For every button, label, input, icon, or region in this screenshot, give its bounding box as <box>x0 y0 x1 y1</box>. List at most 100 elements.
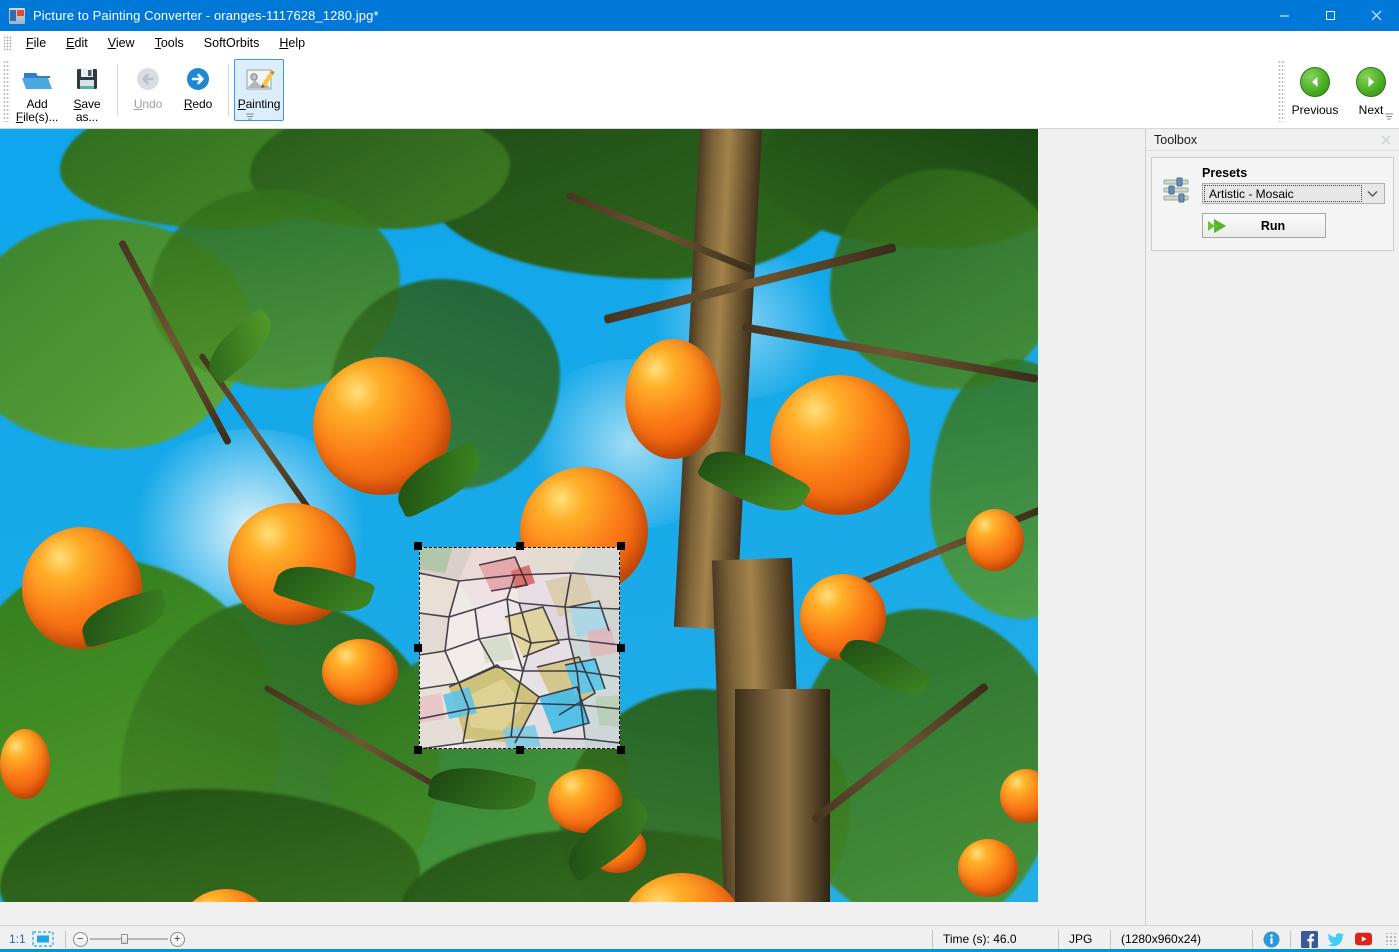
menu-grip-icon <box>4 35 12 51</box>
add-files-label-line1: Add <box>26 97 48 111</box>
facebook-icon[interactable] <box>1301 930 1318 948</box>
redo-button[interactable]: Redo <box>173 59 223 121</box>
status-bar: 1:1 − + Time (s): 46.0 JPG (1280x960x24) <box>0 925 1399 952</box>
menu-item-view[interactable]: View <box>98 32 145 54</box>
canvas-area[interactable] <box>0 129 1145 925</box>
save-as-button[interactable]: Save as... <box>62 59 112 125</box>
toolbar: Add File(s)... Save as... Undo Redo Pain… <box>0 56 1399 129</box>
presets-selected-value: Artistic - Mosaic <box>1204 185 1362 202</box>
selection-handle-e[interactable] <box>617 644 625 652</box>
toolbar-grip-icon <box>3 60 10 122</box>
presets-dropdown[interactable]: Artistic - Mosaic <box>1202 183 1385 204</box>
toolbox-header: Toolbox <box>1146 129 1399 151</box>
previous-button[interactable]: Previous <box>1287 59 1343 121</box>
add-files-button[interactable]: Add File(s)... <box>12 59 62 125</box>
presets-label: Presets <box>1202 166 1248 180</box>
add-files-label-line2: File(s)... <box>15 110 59 124</box>
info-icon[interactable] <box>1263 931 1280 948</box>
orange-fruit <box>322 639 398 705</box>
menu-item-softorbits-label: SoftOrbits <box>203 36 260 50</box>
selection-handle-w[interactable] <box>414 644 422 652</box>
orange-fruit <box>966 509 1024 571</box>
selection-handle-sw[interactable] <box>414 746 422 754</box>
workspace: Toolbox Presets Artistic - Mosaic Run <box>0 129 1399 925</box>
orange-fruit <box>958 839 1018 897</box>
toolbar-separator-1 <box>117 64 118 116</box>
previous-label: Previous <box>1291 103 1339 117</box>
toolbar-separator-2 <box>228 64 229 116</box>
run-button-label: Run <box>1260 218 1286 233</box>
selection-handle-s[interactable] <box>515 746 524 754</box>
title-bar: Picture to Painting Converter - oranges-… <box>0 0 1399 31</box>
resize-grip-icon[interactable] <box>1384 933 1396 945</box>
zoom-slider-thumb[interactable] <box>120 934 128 944</box>
menu-item-help[interactable]: Help <box>269 32 315 54</box>
minimize-button[interactable] <box>1261 0 1307 31</box>
toolbar-nav-grip-icon <box>1278 60 1285 122</box>
toolbox-title: Toolbox <box>1154 132 1198 147</box>
undo-arrow-icon <box>131 65 165 95</box>
format-status: JPG <box>1058 929 1110 949</box>
presets-group: Presets Artistic - Mosaic Run <box>1151 157 1394 251</box>
sliders-icon <box>1160 166 1194 238</box>
image-canvas[interactable] <box>0 129 1038 902</box>
time-status: Time (s): 46.0 <box>932 929 1058 949</box>
status-icons <box>1252 929 1399 949</box>
tree-trunk-lower <box>735 689 830 902</box>
next-arrow-icon <box>1356 67 1386 97</box>
green-arrow-icon <box>1203 217 1235 235</box>
close-button[interactable] <box>1353 0 1399 31</box>
zoom-slider[interactable]: − + <box>72 931 185 947</box>
app-icon <box>9 7 25 24</box>
status-separator <box>64 930 66 948</box>
zoom-slider-track[interactable] <box>89 934 168 944</box>
menu-item-help-label: elp <box>288 36 306 50</box>
window-controls <box>1261 0 1399 31</box>
menu-item-view-label: iew <box>115 36 135 50</box>
dimensions-status: (1280x960x24) <box>1110 929 1252 949</box>
menu-item-file-label: ile <box>33 36 47 50</box>
menu-item-edit[interactable]: Edit <box>56 32 98 54</box>
save-as-label-line2: as... <box>75 110 99 124</box>
mosaic-preview <box>419 547 620 749</box>
undo-button[interactable]: Undo <box>123 59 173 121</box>
previous-arrow-icon <box>1300 67 1330 97</box>
chevron-down-icon <box>1363 190 1382 198</box>
twitter-icon[interactable] <box>1328 931 1345 948</box>
menu-bar: File Edit View Tools SoftOrbits Help <box>0 31 1399 56</box>
menu-item-file[interactable]: File <box>16 32 56 54</box>
fit-to-window-icon[interactable] <box>32 931 54 947</box>
panel-close-icon[interactable] <box>1379 133 1393 147</box>
floppy-disk-icon <box>70 65 104 95</box>
toolbar-nav-overflow-button[interactable] <box>1382 108 1396 124</box>
next-label: Next <box>1358 103 1384 117</box>
youtube-icon[interactable] <box>1355 931 1372 948</box>
zoom-in-button[interactable]: + <box>169 931 185 947</box>
menu-item-softorbits[interactable]: SoftOrbits <box>194 32 270 54</box>
selection-handle-ne[interactable] <box>617 542 625 550</box>
menu-item-tools[interactable]: Tools <box>145 32 194 54</box>
menu-item-tools-label: ools <box>160 36 184 50</box>
undo-label: Undo <box>133 97 163 111</box>
painting-icon <box>242 65 276 95</box>
toolbar-overflow-button[interactable] <box>243 108 257 124</box>
zoom-out-button[interactable]: − <box>72 931 88 947</box>
selection-handle-nw[interactable] <box>414 542 422 550</box>
orange-fruit <box>625 339 721 459</box>
open-folder-icon <box>20 65 54 95</box>
status-icon-separator <box>1290 930 1291 948</box>
redo-arrow-icon <box>181 65 215 95</box>
window-title: Picture to Painting Converter - oranges-… <box>33 8 379 23</box>
toolbar-navigation-group: Previous Next <box>1275 56 1399 129</box>
selection-rectangle[interactable] <box>414 542 625 754</box>
painting-button[interactable]: Painting <box>234 59 284 121</box>
selection-handle-se[interactable] <box>617 746 625 754</box>
redo-label: Redo <box>183 97 213 111</box>
selection-handle-n[interactable] <box>515 542 524 550</box>
presets-column: Presets Artistic - Mosaic Run <box>1194 166 1385 238</box>
run-button[interactable]: Run <box>1202 213 1326 238</box>
save-as-label-line1: Save <box>73 97 101 111</box>
menu-item-edit-label: dit <box>74 36 88 50</box>
toolbox-panel: Toolbox Presets Artistic - Mosaic Run <box>1145 129 1399 925</box>
maximize-button[interactable] <box>1307 0 1353 31</box>
